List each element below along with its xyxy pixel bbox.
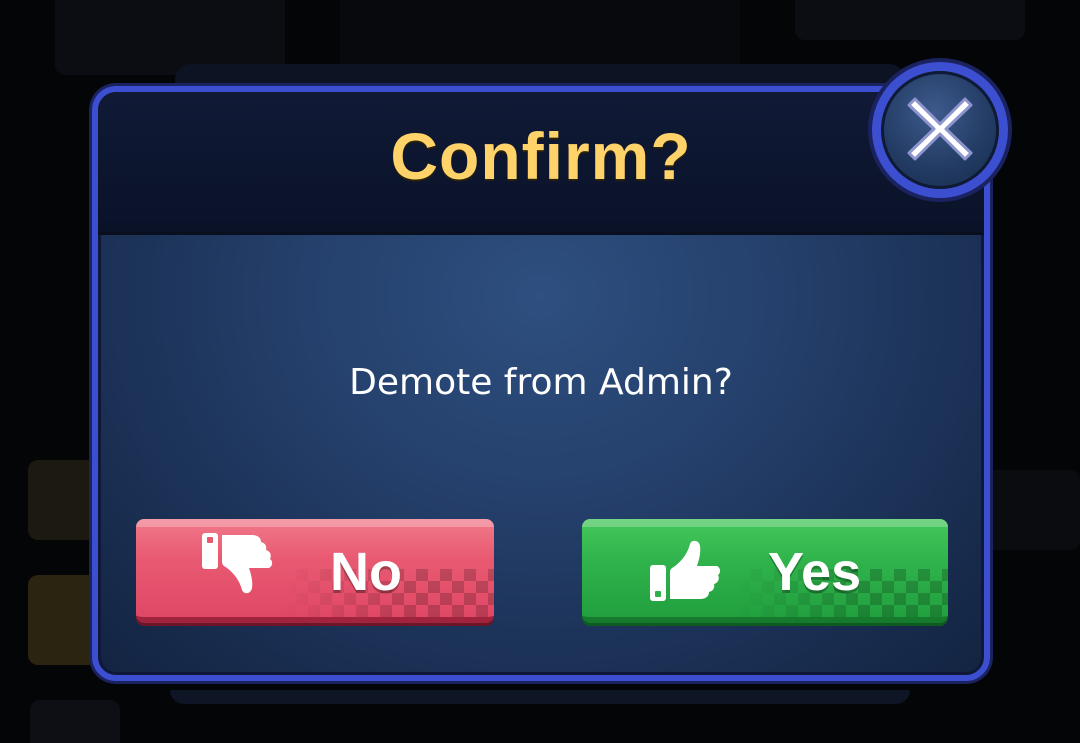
background-panel [30,700,120,743]
background-panel [170,690,910,704]
dialog-header: Confirm? [98,92,984,235]
close-button-face [881,71,999,189]
yes-button-label: Yes [768,542,862,602]
background-panel [795,0,1025,40]
game-screen: Confirm? Demote from Admin? No Yes [0,0,1080,743]
no-button-label: No [330,542,402,602]
background-panel [28,460,98,540]
button-highlight [582,519,948,527]
thumbs-up-icon [650,540,721,601]
button-highlight [136,519,494,527]
no-button[interactable]: No [136,519,494,623]
background-panel [28,575,98,665]
close-button[interactable] [872,62,1008,198]
thumbs-down-icon [202,533,273,594]
close-icon [907,97,973,161]
dialog-title: Confirm? [390,119,692,193]
background-panel [985,470,1080,550]
yes-button[interactable]: Yes [582,519,948,623]
dialog-message: Demote from Admin? [349,362,733,403]
background-panel [340,0,740,70]
